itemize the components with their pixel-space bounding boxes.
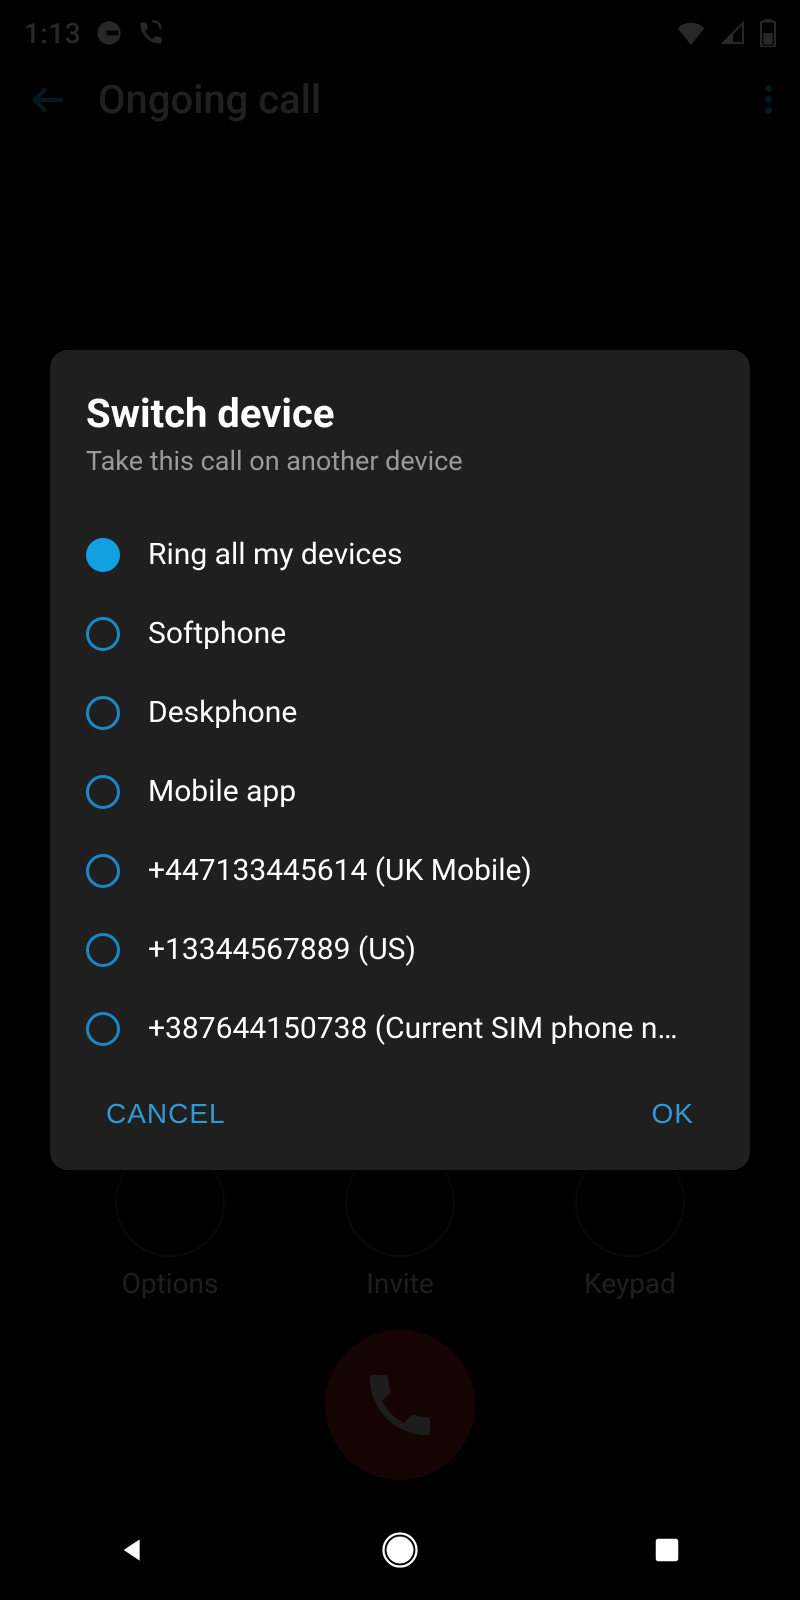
- device-option-label: Deskphone: [148, 695, 297, 730]
- nav-back-icon[interactable]: [113, 1530, 153, 1570]
- device-option-label: +447133445614 (UK Mobile): [148, 853, 532, 888]
- dialog-subtitle: Take this call on another device: [86, 445, 714, 477]
- switch-device-dialog: Switch device Take this call on another …: [50, 350, 750, 1170]
- device-option[interactable]: +13344567889 (US): [86, 910, 714, 989]
- radio-icon: [86, 696, 120, 730]
- device-option-label: Mobile app: [148, 774, 296, 809]
- dialog-title: Switch device: [86, 390, 714, 437]
- nav-home-icon[interactable]: [380, 1530, 420, 1570]
- device-option[interactable]: Ring all my devices: [86, 515, 714, 594]
- device-option[interactable]: +387644150738 (Current SIM phone number): [86, 989, 714, 1068]
- device-option-label: +13344567889 (US): [148, 932, 416, 967]
- cancel-button[interactable]: CANCEL: [106, 1098, 226, 1130]
- device-option[interactable]: Deskphone: [86, 673, 714, 752]
- radio-icon: [86, 775, 120, 809]
- device-option[interactable]: Mobile app: [86, 752, 714, 831]
- radio-icon: [86, 854, 120, 888]
- device-option-label: Ring all my devices: [148, 537, 403, 572]
- device-radio-list: Ring all my devices Softphone Deskphone Mob…: [50, 497, 750, 1078]
- ok-button[interactable]: OK: [652, 1098, 694, 1130]
- nav-recents-icon[interactable]: [647, 1530, 687, 1570]
- android-nav-bar: [0, 1500, 800, 1600]
- device-option-label: +387644150738 (Current SIM phone number): [148, 1011, 688, 1046]
- device-option-label: Softphone: [148, 616, 286, 651]
- radio-icon: [86, 1012, 120, 1046]
- radio-icon: [86, 617, 120, 651]
- radio-icon: [86, 933, 120, 967]
- device-option[interactable]: Softphone: [86, 594, 714, 673]
- radio-icon: [86, 538, 120, 572]
- device-option[interactable]: +447133445614 (UK Mobile): [86, 831, 714, 910]
